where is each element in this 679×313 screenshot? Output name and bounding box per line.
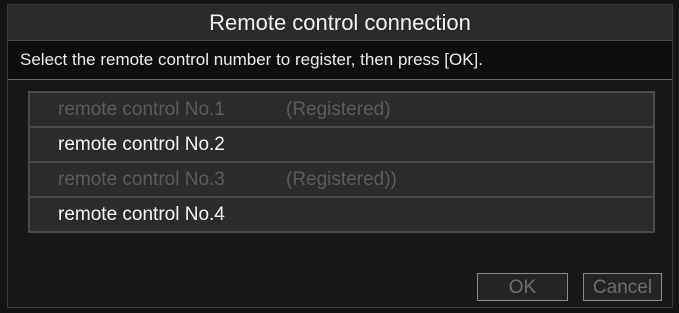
ok-button[interactable]: OK — [477, 273, 568, 301]
remote-item-label: remote control No.1 — [58, 98, 225, 120]
remote-connection-dialog: Remote control connection Select the rem… — [7, 4, 673, 308]
remote-item-2[interactable]: remote control No.2 — [28, 128, 655, 163]
remote-item-1[interactable]: remote control No.1 (Registered) — [28, 93, 655, 128]
instruction-text: Select the remote control number to regi… — [8, 41, 672, 80]
remote-item-label: remote control No.3 — [58, 168, 225, 190]
remote-item-label: remote control No.2 — [58, 133, 225, 155]
dialog-title: Remote control connection — [8, 5, 672, 41]
list-panel: remote control No.1 (Registered) remote … — [8, 81, 672, 307]
remote-item-status: (Registered)) — [286, 168, 397, 190]
remote-item-status: (Registered) — [286, 98, 391, 120]
cancel-button[interactable]: Cancel — [583, 273, 662, 301]
remote-list: remote control No.1 (Registered) remote … — [28, 91, 655, 233]
remote-item-3[interactable]: remote control No.3 (Registered)) — [28, 163, 655, 198]
remote-item-4[interactable]: remote control No.4 — [28, 198, 655, 233]
remote-item-label: remote control No.4 — [58, 203, 225, 225]
